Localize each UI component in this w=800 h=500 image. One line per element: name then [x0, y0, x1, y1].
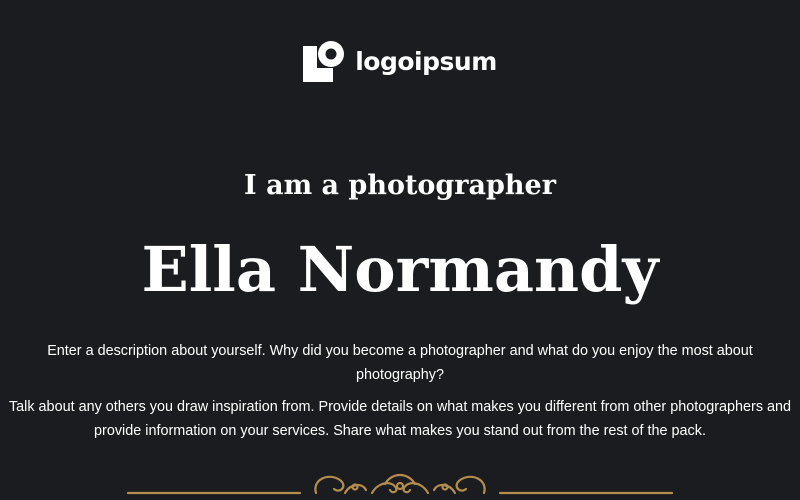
- hero-subtitle: I am a photographer: [244, 170, 556, 201]
- logo-text: logoipsum: [355, 46, 497, 76]
- ornamental-divider-icon: [126, 473, 674, 495]
- hero-name: Ella Normandy: [141, 233, 659, 306]
- about-paragraph-1: Enter a description about yourself. Why …: [47, 343, 753, 383]
- logo-mark-icon: [303, 41, 345, 82]
- site-logo[interactable]: logoipsum: [0, 40, 800, 82]
- about-paragraph-2: Talk about any others you draw inspirati…: [8, 399, 792, 439]
